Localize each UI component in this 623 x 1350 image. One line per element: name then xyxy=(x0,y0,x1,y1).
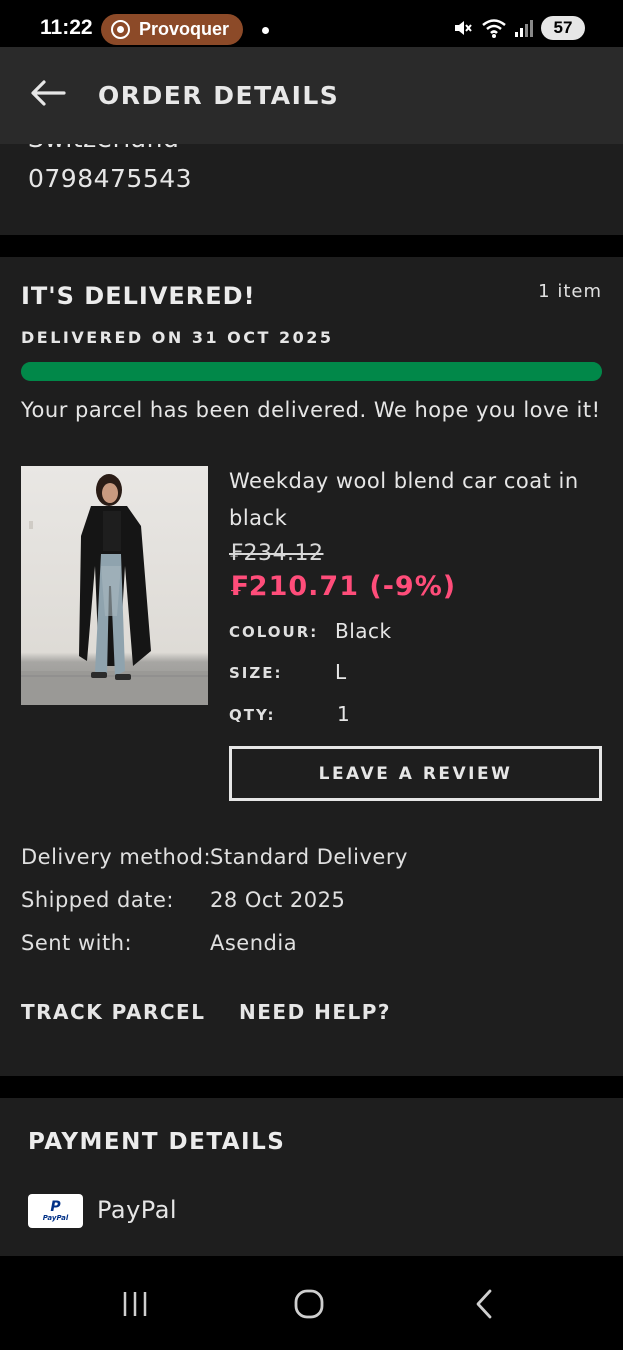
delivery-progress-fill xyxy=(21,362,602,381)
qty-value: 1 xyxy=(337,702,351,726)
page-title: ORDER DETAILS xyxy=(98,81,340,110)
delivery-status-title: IT'S DELIVERED! xyxy=(21,282,256,310)
status-icons: 57 xyxy=(452,16,585,40)
address-card: Switzerland 0798475543 xyxy=(0,144,623,235)
notification-dot-icon xyxy=(262,27,269,34)
item-count: 1 item xyxy=(538,281,602,302)
status-bar: 11:22 Provoquer 57 xyxy=(0,0,623,47)
screen-recording-chip[interactable]: Provoquer xyxy=(101,14,243,45)
back-arrow-icon[interactable] xyxy=(28,75,68,111)
paypal-logo-text: PayPal xyxy=(42,1213,69,1222)
delivery-message: Your parcel has been delivered. We hope … xyxy=(21,398,601,422)
size-label: SIZE: xyxy=(229,664,283,682)
paypal-logo-icon: P PayPal xyxy=(28,1194,83,1228)
delivery-method-value: Standard Delivery xyxy=(210,845,408,869)
system-navigation-bar xyxy=(0,1256,623,1350)
need-help-button[interactable]: NEED HELP? xyxy=(239,1000,391,1024)
qty-label: QTY: xyxy=(229,706,276,724)
recent-apps-icon[interactable] xyxy=(111,1286,159,1322)
product-name[interactable]: Weekday wool blend car coat in black xyxy=(229,463,599,537)
payment-card: PAYMENT DETAILS P PayPal PayPal xyxy=(0,1098,623,1256)
sent-with-value: Asendia xyxy=(210,931,298,955)
battery-icon: 57 xyxy=(541,16,585,40)
colour-value: Black xyxy=(335,619,392,643)
battery-level: 57 xyxy=(553,18,573,37)
payment-details-title: PAYMENT DETAILS xyxy=(28,1129,286,1155)
shipped-date-value: 28 Oct 2025 xyxy=(210,888,346,912)
delivery-card: IT'S DELIVERED! 1 item DELIVERED ON 31 O… xyxy=(0,257,623,1076)
size-value: L xyxy=(335,660,347,684)
delivery-progress-bar xyxy=(21,362,602,381)
colour-label: COLOUR: xyxy=(229,623,319,641)
sent-with-label: Sent with: xyxy=(21,931,133,955)
recording-app-label: Provoquer xyxy=(139,19,230,39)
address-country: Switzerland xyxy=(28,144,179,153)
original-price: ₣234.12 xyxy=(229,541,324,566)
sale-price: ₣210.71 (-9%) xyxy=(229,571,457,602)
app-header: ORDER DETAILS xyxy=(0,47,623,144)
address-phone: 0798475543 xyxy=(28,164,193,193)
signal-icon xyxy=(515,20,533,37)
record-icon xyxy=(111,20,130,39)
status-time: 11:22 xyxy=(40,16,93,39)
shipped-date-label: Shipped date: xyxy=(21,888,174,912)
mute-icon xyxy=(455,21,472,35)
leave-review-button[interactable]: LEAVE A REVIEW xyxy=(229,746,602,801)
delivery-method-label: Delivery method: xyxy=(21,845,212,869)
product-photo-illustration xyxy=(21,474,208,705)
payment-method: PayPal xyxy=(97,1196,178,1224)
home-icon[interactable] xyxy=(285,1286,333,1322)
back-nav-icon[interactable] xyxy=(460,1286,508,1322)
delivered-date: DELIVERED ON 31 OCT 2025 xyxy=(21,328,334,347)
track-parcel-button[interactable]: TRACK PARCEL xyxy=(21,1000,205,1024)
product-image[interactable] xyxy=(21,466,208,705)
wifi-icon xyxy=(482,19,506,38)
